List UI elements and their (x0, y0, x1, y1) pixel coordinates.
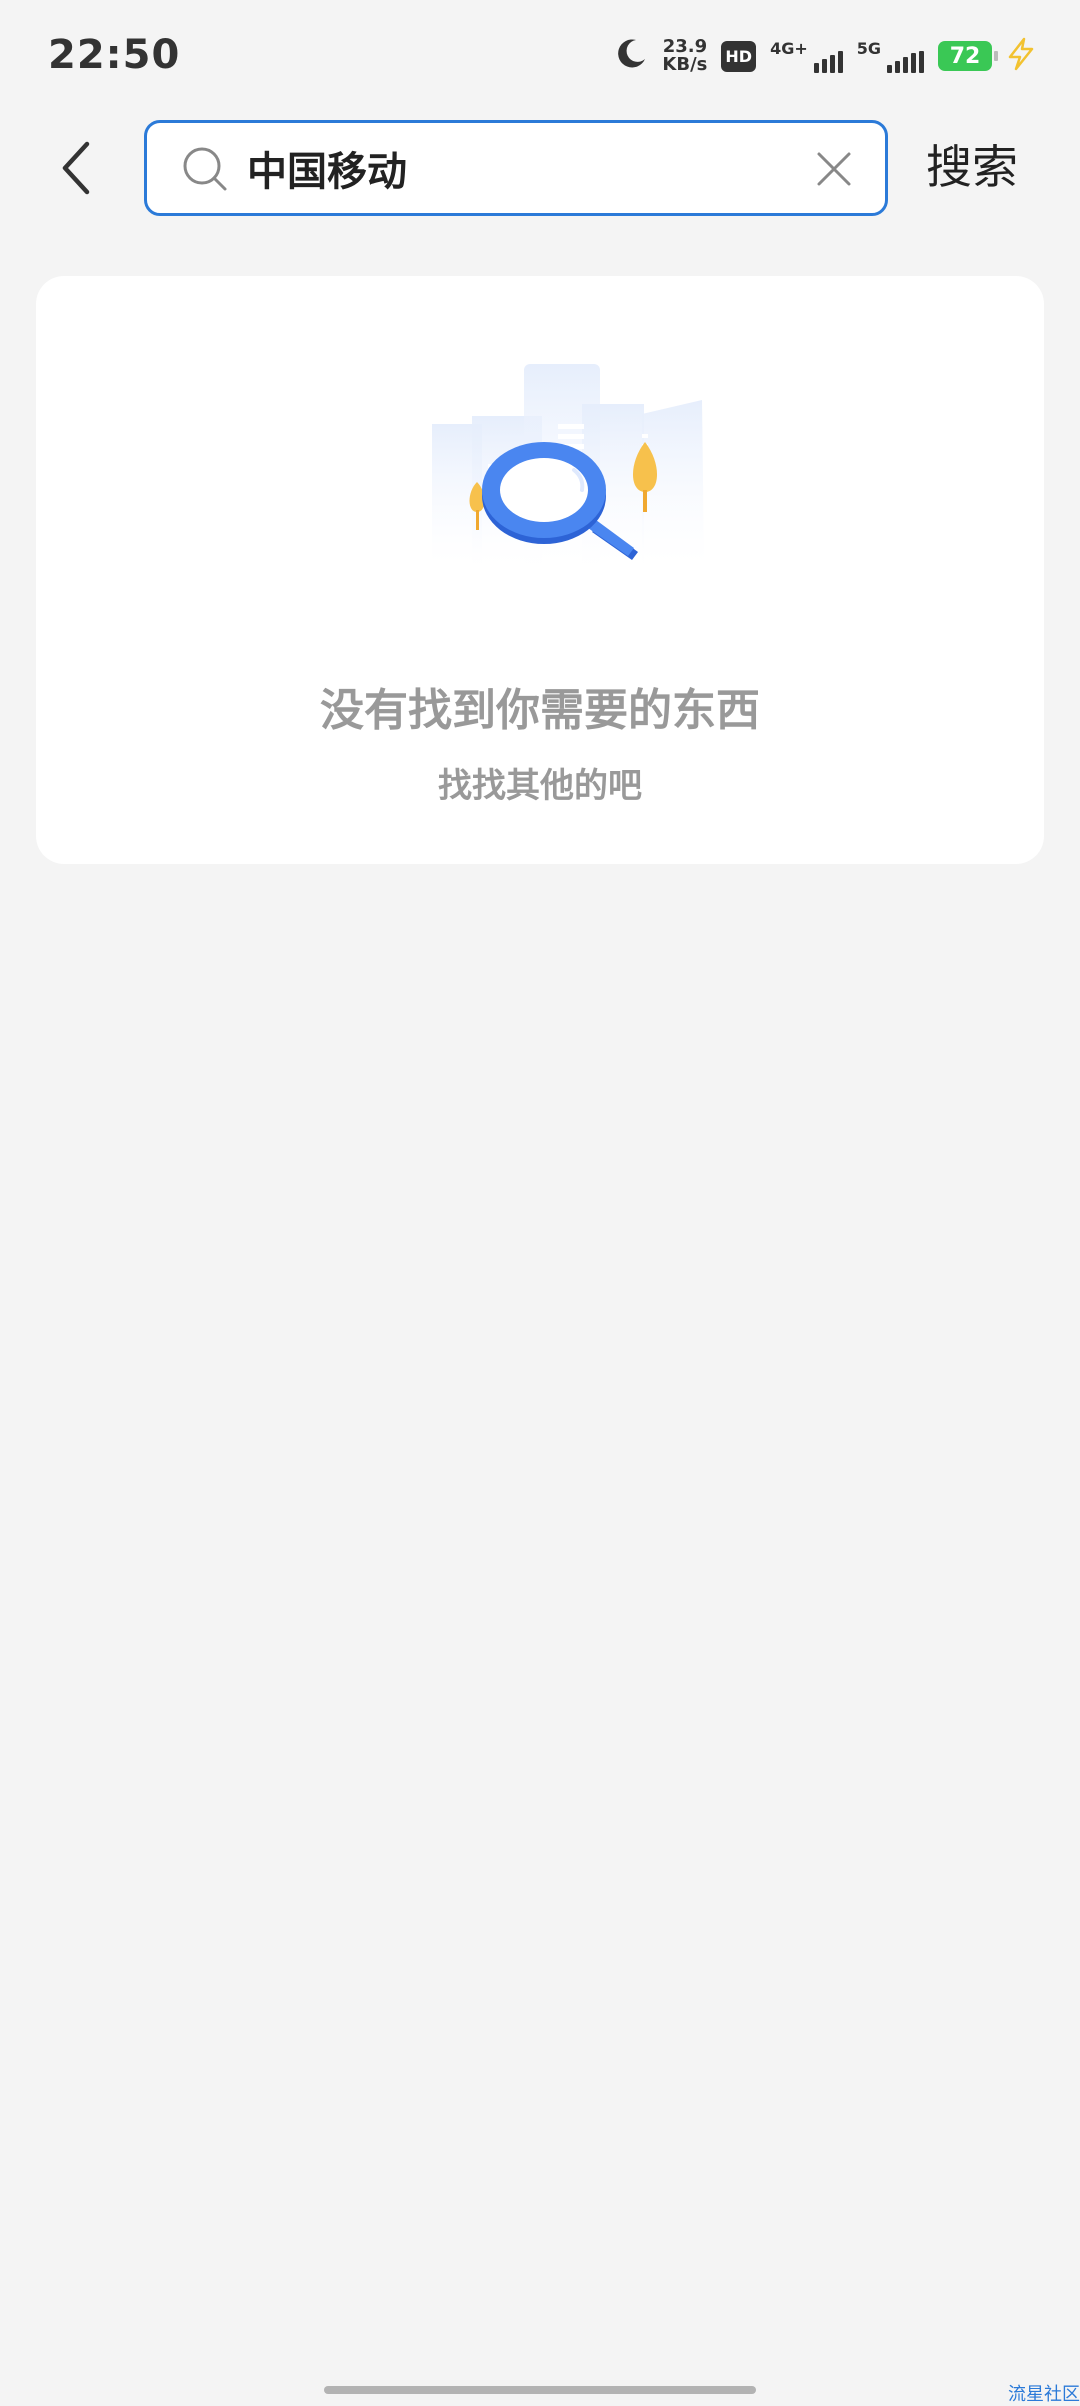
clock: 22:50 (48, 32, 181, 78)
home-indicator[interactable] (324, 2386, 756, 2394)
empty-state-title: 没有找到你需要的东西 (320, 685, 760, 736)
hd-icon: HD (721, 40, 757, 72)
status-icons: 23.9 KB/s HD 4G+ 5G 72 (614, 34, 1036, 78)
battery-level: 72 (949, 43, 981, 69)
charging-icon (1006, 37, 1036, 75)
magnifier-illustration (432, 364, 708, 608)
search-button[interactable]: 搜索 (926, 134, 1018, 200)
chevron-left-icon (62, 141, 90, 195)
watermark: 流星社区 (1008, 2384, 1080, 2405)
clear-search-button[interactable] (813, 148, 855, 190)
back-button[interactable] (40, 128, 110, 208)
status-bar: 22:50 23.9 KB/s HD 4G+ 5G 72 (0, 0, 1080, 120)
signal-4g-icon: 4G+ (770, 39, 843, 73)
signal-5g-icon: 5G (857, 39, 924, 73)
network-speed: 23.9 KB/s (662, 38, 707, 74)
close-icon (817, 152, 851, 186)
empty-state-subtitle: 找找其他的吧 (438, 766, 642, 806)
search-input[interactable] (247, 139, 807, 197)
signal-4g-label: 4G+ (770, 39, 808, 58)
empty-result-card: 没有找到你需要的东西 找找其他的吧 (36, 276, 1044, 864)
search-box[interactable] (144, 120, 888, 216)
battery-icon: 72 (938, 41, 998, 71)
search-icon (181, 145, 229, 197)
signal-5g-label: 5G (856, 39, 881, 58)
network-speed-unit: KB/s (662, 54, 708, 75)
moon-icon (614, 37, 648, 75)
